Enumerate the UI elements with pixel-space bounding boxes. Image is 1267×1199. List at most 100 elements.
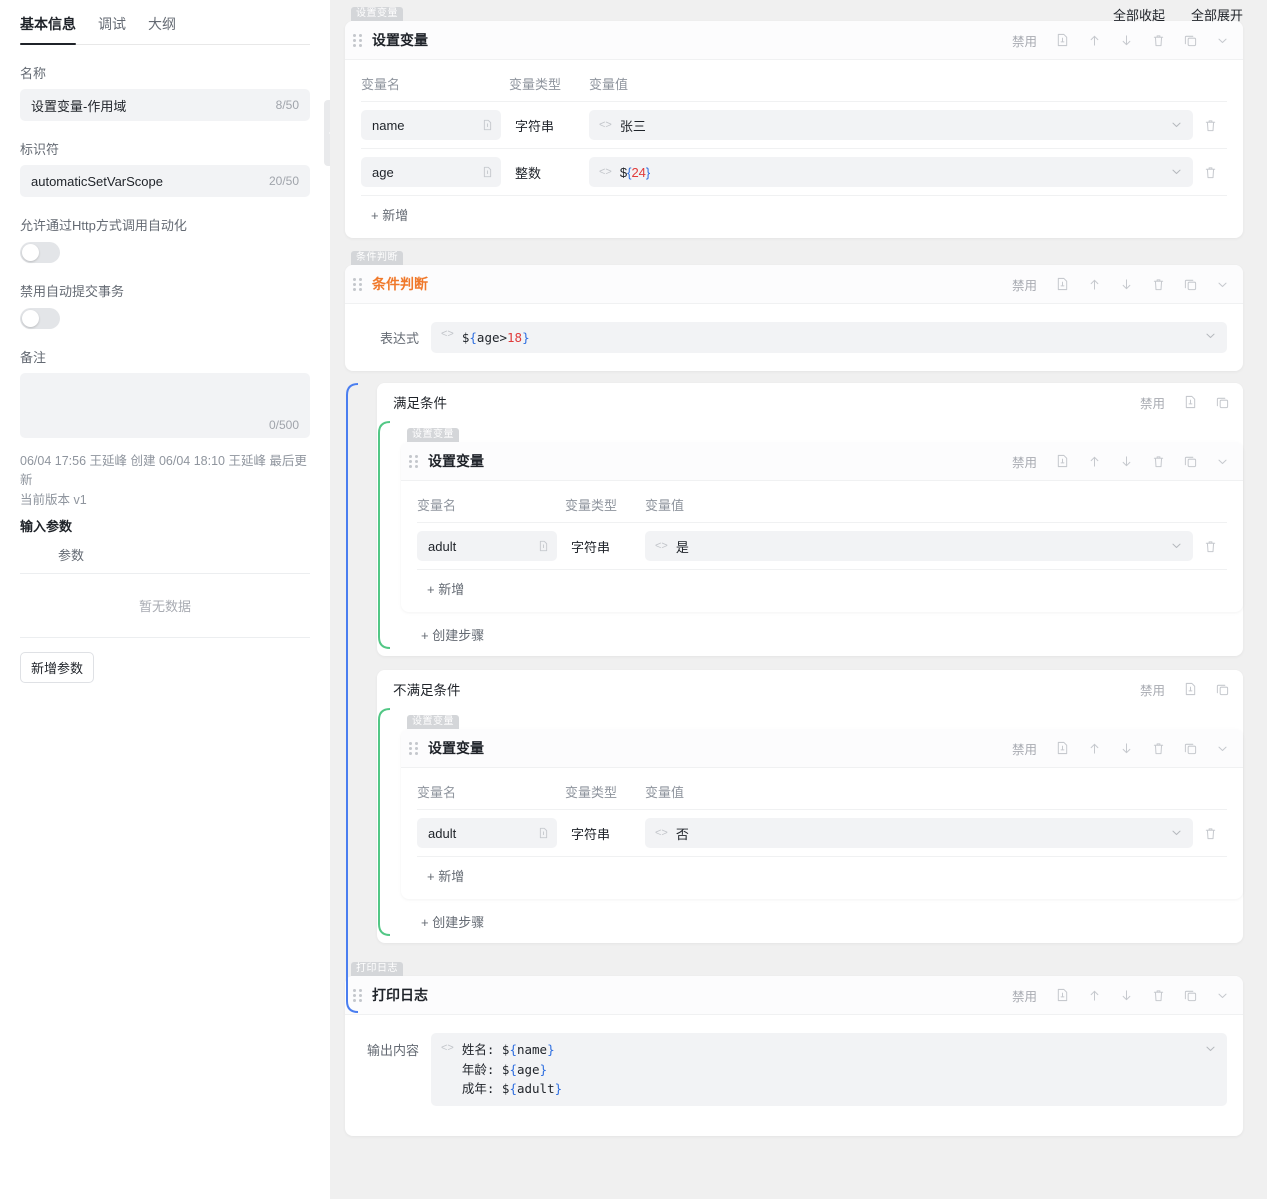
chevron-down-icon[interactable] xyxy=(1216,34,1229,47)
insert-variable-icon[interactable] xyxy=(482,119,493,131)
note-icon[interactable] xyxy=(1056,33,1069,47)
disable-button[interactable]: 禁用 xyxy=(1140,680,1165,699)
insert-variable-icon[interactable] xyxy=(538,827,549,839)
chevron-down-icon[interactable] xyxy=(1170,118,1183,134)
variable-name-input[interactable]: adult xyxy=(417,531,557,561)
delete-icon[interactable] xyxy=(1152,455,1165,468)
move-up-icon[interactable] xyxy=(1088,278,1101,291)
http-toggle[interactable] xyxy=(20,242,60,263)
delete-row-icon[interactable] xyxy=(1193,540,1227,553)
output-content-input[interactable]: <> 姓名: ${name}年龄: ${age}成年: ${adult} xyxy=(431,1033,1227,1105)
chevron-down-icon[interactable] xyxy=(1204,329,1217,345)
identifier-field[interactable]: automaticSetVarScope 20/50 xyxy=(20,165,310,197)
drag-handle-icon[interactable] xyxy=(409,455,419,468)
copy-icon[interactable] xyxy=(1216,396,1229,409)
delete-row-icon[interactable] xyxy=(1193,166,1227,179)
variable-type-select[interactable]: 字符串 xyxy=(557,537,645,556)
add-variable-button[interactable]: + 新增 xyxy=(417,569,1227,602)
col-var-value: 变量值 xyxy=(589,74,1227,93)
chevron-down-icon[interactable] xyxy=(1216,278,1229,291)
output-content-code: 姓名: ${name}年龄: ${age}成年: ${adult} xyxy=(462,1040,1196,1098)
autocommit-toggle[interactable] xyxy=(20,308,60,329)
note-icon[interactable] xyxy=(1056,741,1069,755)
chevron-down-icon[interactable] xyxy=(1204,1042,1217,1058)
move-up-icon[interactable] xyxy=(1088,455,1101,468)
variable-name-input[interactable]: adult xyxy=(417,818,557,848)
move-up-icon[interactable] xyxy=(1088,34,1101,47)
variable-value-input[interactable]: <> 张三 xyxy=(589,110,1193,140)
chevron-down-icon[interactable] xyxy=(1216,455,1229,468)
insert-variable-icon[interactable] xyxy=(482,166,493,178)
note-icon[interactable] xyxy=(1056,988,1069,1002)
copy-icon[interactable] xyxy=(1184,34,1197,47)
insert-variable-icon[interactable] xyxy=(538,540,549,552)
branch-card[interactable]: 满足条件 禁用 xyxy=(377,383,1243,656)
copy-icon[interactable] xyxy=(1184,742,1197,755)
node-card-set-variable[interactable]: 设置变量 禁用 xyxy=(401,442,1243,612)
disable-button[interactable]: 禁用 xyxy=(1140,393,1165,412)
move-up-icon[interactable] xyxy=(1088,742,1101,755)
move-up-icon[interactable] xyxy=(1088,989,1101,1002)
variable-type-select[interactable]: 整数 xyxy=(501,163,589,182)
note-icon[interactable] xyxy=(1056,454,1069,468)
delete-row-icon[interactable] xyxy=(1193,827,1227,840)
variable-value-input[interactable]: <> 是 xyxy=(645,531,1193,561)
delete-icon[interactable] xyxy=(1152,742,1165,755)
node-card-set-variable[interactable]: 设置变量 禁用 xyxy=(345,21,1243,238)
drag-handle-icon[interactable] xyxy=(353,34,363,47)
condition-rail xyxy=(345,383,359,1013)
delete-icon[interactable] xyxy=(1152,278,1165,291)
expand-all-button[interactable]: 全部展开 xyxy=(1191,5,1243,24)
node-card-set-variable[interactable]: 设置变量 禁用 xyxy=(401,729,1243,899)
drag-handle-icon[interactable] xyxy=(353,278,363,291)
expression-input[interactable]: <> ${age>18} xyxy=(431,322,1227,353)
chevron-down-icon[interactable] xyxy=(1170,539,1183,555)
chevron-down-icon[interactable] xyxy=(1216,989,1229,1002)
collapse-all-button[interactable]: 全部收起 xyxy=(1113,5,1165,24)
node-card-print-log[interactable]: 打印日志 禁用 输出内容 xyxy=(345,976,1243,1135)
add-variable-button[interactable]: + 新增 xyxy=(417,856,1227,889)
chevron-down-icon[interactable] xyxy=(1170,165,1183,181)
tab-debug[interactable]: 调试 xyxy=(98,10,126,44)
variable-type-select[interactable]: 字符串 xyxy=(557,824,645,843)
move-down-icon[interactable] xyxy=(1120,455,1133,468)
copy-icon[interactable] xyxy=(1184,278,1197,291)
disable-button[interactable]: 禁用 xyxy=(1012,452,1037,471)
variable-value-code: 否 xyxy=(676,824,1162,843)
name-field[interactable]: 设置变量-作用域 8/50 xyxy=(20,89,310,121)
copy-icon[interactable] xyxy=(1184,455,1197,468)
note-icon[interactable] xyxy=(1184,682,1197,696)
variable-name-input[interactable]: age xyxy=(361,157,501,187)
move-down-icon[interactable] xyxy=(1120,989,1133,1002)
add-variable-button[interactable]: + 新增 xyxy=(361,195,1227,228)
copy-icon[interactable] xyxy=(1184,989,1197,1002)
tab-outline[interactable]: 大纲 xyxy=(148,10,176,44)
disable-button[interactable]: 禁用 xyxy=(1012,739,1037,758)
disable-button[interactable]: 禁用 xyxy=(1012,275,1037,294)
note-icon[interactable] xyxy=(1184,395,1197,409)
add-param-button[interactable]: 新增参数 xyxy=(20,652,94,683)
move-down-icon[interactable] xyxy=(1120,278,1133,291)
variable-name-input[interactable]: name xyxy=(361,110,501,140)
copy-icon[interactable] xyxy=(1216,683,1229,696)
delete-row-icon[interactable] xyxy=(1193,119,1227,132)
variable-value-input[interactable]: <> ${24} xyxy=(589,157,1193,187)
delete-icon[interactable] xyxy=(1152,989,1165,1002)
move-down-icon[interactable] xyxy=(1120,742,1133,755)
drag-handle-icon[interactable] xyxy=(409,742,419,755)
chevron-down-icon[interactable] xyxy=(1216,742,1229,755)
remark-textarea[interactable]: 0/500 xyxy=(20,373,310,438)
disable-button[interactable]: 禁用 xyxy=(1012,986,1037,1005)
delete-icon[interactable] xyxy=(1152,34,1165,47)
tab-basic-info[interactable]: 基本信息 xyxy=(20,10,76,44)
node-card-condition[interactable]: 条件判断 禁用 表达式 xyxy=(345,265,1243,371)
move-down-icon[interactable] xyxy=(1120,34,1133,47)
disable-button[interactable]: 禁用 xyxy=(1012,31,1037,50)
variable-value-input[interactable]: <> 否 xyxy=(645,818,1193,848)
add-step-button[interactable]: + 创建步骤 xyxy=(401,612,1243,656)
branch-card[interactable]: 不满足条件 禁用 xyxy=(377,670,1243,943)
variable-type-select[interactable]: 字符串 xyxy=(501,116,589,135)
note-icon[interactable] xyxy=(1056,277,1069,291)
chevron-down-icon[interactable] xyxy=(1170,826,1183,842)
add-step-button[interactable]: + 创建步骤 xyxy=(401,899,1243,943)
